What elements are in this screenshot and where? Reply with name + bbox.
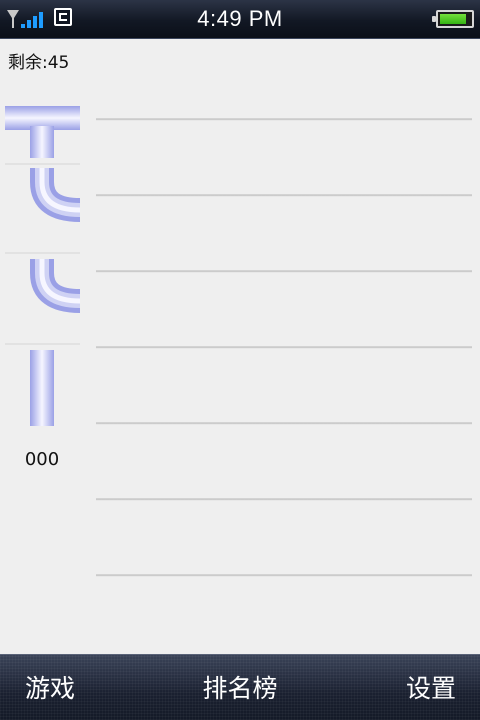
board-row-line: [96, 498, 472, 501]
bottom-tab-bar: 游戏 排名榜 设置: [0, 654, 480, 720]
game-board[interactable]: [96, 114, 472, 584]
board-row-line: [96, 194, 472, 197]
score-display: 000: [24, 449, 60, 470]
status-bar: 4:49 PM: [0, 0, 480, 39]
remaining-pieces-label: 剩余:45: [8, 53, 70, 73]
pipe-elbow-icon: [5, 252, 81, 313]
board-row-line: [96, 574, 472, 577]
battery-level-fill: [440, 14, 466, 24]
board-row-line: [96, 270, 472, 273]
status-time: 4:49 PM: [197, 6, 283, 31]
board-row-line: [96, 422, 472, 425]
board-row-line: [96, 118, 472, 121]
pipe-queue: [0, 98, 90, 448]
board-row-line: [96, 346, 472, 349]
game-screen: 4:49 PM 剩余:45 000 游戏 排名榜 设置: [0, 0, 480, 720]
tab-leaderboard[interactable]: 排名榜: [202, 669, 277, 705]
tab-settings[interactable]: 设置: [406, 669, 456, 705]
pipe-straight-icon: [5, 343, 80, 426]
battery-icon: [432, 10, 474, 28]
pipe-elbow-icon: [30, 168, 81, 222]
